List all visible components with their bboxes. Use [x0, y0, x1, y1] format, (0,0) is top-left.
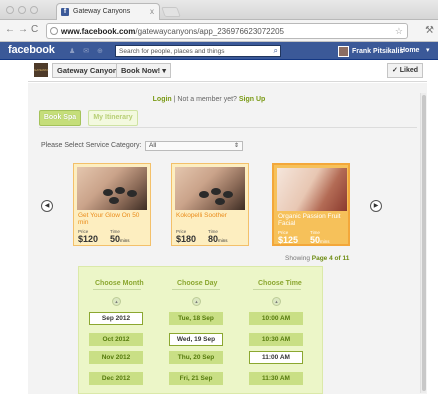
search-icon[interactable]: ⌕: [274, 46, 278, 56]
service-category-select[interactable]: All ⇕: [145, 141, 243, 151]
service-price: $125: [278, 235, 299, 245]
user-name: Frank Pitsikalis: [352, 47, 404, 55]
select-arrows-icon: ⇕: [233, 143, 239, 149]
column-divider: [93, 289, 141, 290]
account-menu-chevron-down-icon[interactable]: ▾: [426, 46, 430, 54]
carousel-next-button[interactable]: ▶: [370, 200, 382, 212]
not-member-text: | Not a member yet?: [171, 96, 239, 103]
service-title: Organic Passion Fruit Facial: [278, 213, 341, 227]
address-bar[interactable]: www.facebook.com/gatewaycanyons/app_2369…: [46, 23, 408, 39]
window-zoom-button[interactable]: [30, 6, 38, 14]
user-profile-link[interactable]: Frank Pitsikalis: [338, 44, 403, 58]
login-bar: Login | Not a member yet? Sign Up: [0, 96, 418, 103]
bookmark-star-icon[interactable]: ☆: [395, 26, 403, 37]
service-photo: [77, 167, 147, 210]
choose-month-title: Choose Month: [95, 280, 144, 287]
avatar: [338, 45, 349, 57]
url-path: /gatewaycanyons/app_236976623072205: [135, 27, 284, 36]
liked-button[interactable]: ✓ Liked: [387, 63, 423, 78]
signup-link[interactable]: Sign Up: [239, 96, 265, 103]
day-option[interactable]: Fri, 21 Sep: [169, 372, 223, 385]
service-duration: 80mins: [208, 234, 228, 244]
service-card[interactable]: Get Your Glow On 50 min Price Time $120 …: [73, 163, 151, 246]
month-option[interactable]: Oct 2012: [89, 333, 143, 346]
service-photo: [277, 168, 347, 211]
tab-title: Gateway Canyons: [73, 8, 131, 15]
notification-jewels-icon[interactable]: ♟ ✉ ⊕: [69, 47, 106, 55]
url-domain: www.facebook.com: [61, 27, 136, 36]
search-placeholder: Search for people, places and things: [119, 48, 225, 55]
day-option[interactable]: Thu, 20 Sep: [169, 351, 223, 364]
choose-day-title: Choose Day: [177, 280, 218, 287]
month-option[interactable]: Sep 2012: [89, 312, 143, 325]
login-link[interactable]: Login: [153, 96, 172, 103]
service-title: Get Your Glow On 50 min: [78, 212, 140, 226]
browser-toolbar: ← → C www.facebook.com/gatewaycanyons/ap…: [0, 20, 438, 42]
facebook-search-input[interactable]: Search for people, places and things ⌕: [115, 45, 281, 57]
service-card[interactable]: Kokopelli Soother Price Time $180 80mins: [171, 163, 249, 246]
tab-my-itinerary[interactable]: My Itinerary: [88, 110, 138, 126]
reload-icon[interactable]: C: [31, 24, 38, 35]
wrench-menu-icon[interactable]: ⚒: [425, 25, 434, 36]
service-category-value: All: [149, 142, 157, 149]
choose-time-title: Choose Time: [258, 280, 302, 287]
page-thumbnail[interactable]: GATEWAY: [34, 63, 48, 77]
home-link[interactable]: Home: [400, 47, 419, 54]
month-option[interactable]: Nov 2012: [89, 351, 143, 364]
service-card-selected[interactable]: Organic Passion Fruit Facial Price Time …: [272, 163, 350, 246]
time-option[interactable]: 10:00 AM: [249, 312, 303, 325]
facebook-header: facebook ♟ ✉ ⊕ Search for people, places…: [0, 42, 438, 60]
service-duration: 50mins: [110, 234, 130, 244]
tab-book-spa[interactable]: Book Spa: [39, 110, 81, 126]
service-price: $180: [176, 234, 197, 244]
pager-value: Page 4 of 11: [311, 255, 350, 262]
app-scrollbar[interactable]: [420, 93, 426, 393]
page-thumbnail-text: GATEWAY: [34, 68, 49, 72]
column-divider: [172, 289, 220, 290]
tab-close-icon[interactable]: x: [150, 7, 154, 16]
book-now-dropdown[interactable]: Book Now! ▾: [116, 63, 172, 78]
service-photo: [175, 167, 245, 210]
page-header: GATEWAY Gateway Canyons Book Now! ▾ ✓ Li…: [28, 60, 427, 82]
facebook-favicon-icon: f: [61, 8, 69, 16]
month-scroll-up-icon[interactable]: ▲: [112, 297, 121, 306]
time-option[interactable]: 11:30 AM: [249, 372, 303, 385]
facebook-logo[interactable]: facebook: [8, 44, 55, 56]
browser-tab[interactable]: f Gateway Canyons x: [56, 3, 160, 20]
day-option[interactable]: Wed, 19 Sep: [169, 333, 223, 346]
new-tab-button[interactable]: [161, 7, 181, 17]
time-scroll-up-icon[interactable]: ▲: [272, 297, 281, 306]
pager-status: Showing Page 4 of 11: [285, 255, 350, 262]
globe-icon: [50, 27, 58, 35]
window-minimize-button[interactable]: [18, 6, 26, 14]
window-close-button[interactable]: [6, 6, 14, 14]
service-title: Kokopelli Soother: [176, 212, 227, 219]
service-category-label: Please Select Service Category:: [41, 142, 142, 149]
day-scroll-up-icon[interactable]: ▲: [192, 297, 201, 306]
tab-divider: [39, 127, 417, 128]
service-duration: 50mins: [310, 235, 330, 245]
carousel-prev-button[interactable]: ◀: [41, 200, 53, 212]
time-option[interactable]: 10:30 AM: [249, 333, 303, 346]
scrollbar-thumb[interactable]: [422, 95, 426, 391]
service-price: $120: [78, 234, 99, 244]
forward-icon[interactable]: →: [18, 24, 28, 35]
month-option[interactable]: Dec 2012: [89, 372, 143, 385]
day-option[interactable]: Tue, 18 Sep: [169, 312, 223, 325]
time-option[interactable]: 11:00 AM: [249, 351, 303, 364]
back-icon[interactable]: ←: [5, 24, 15, 35]
browser-tabstrip: f Gateway Canyons x: [0, 0, 438, 20]
column-divider: [253, 289, 301, 290]
